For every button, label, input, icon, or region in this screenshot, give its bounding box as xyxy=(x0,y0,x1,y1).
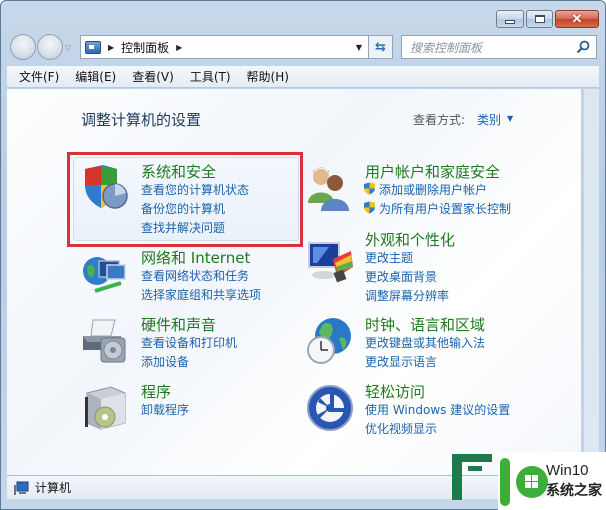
navigation-bar: ▽ ▶ 控制面板 ▶ ▼ ⇆ 搜索控制面板 xyxy=(1,31,605,63)
category-clock-language-region: 时钟、语言和区域 更改键盘或其他输入法 更改显示语言 xyxy=(305,314,565,374)
breadcrumb-arrow-icon[interactable]: ▶ xyxy=(176,43,182,52)
maximize-icon xyxy=(534,15,545,23)
program-box-icon[interactable] xyxy=(81,383,131,433)
status-text: 计算机 xyxy=(35,481,72,495)
ease-of-access-icon[interactable] xyxy=(305,383,355,433)
category-appearance: 外观和个性化 更改主题 更改桌面背景 调整屏幕分辨率 xyxy=(305,229,565,309)
close-button[interactable]: ✕ xyxy=(555,10,599,28)
category-title[interactable]: 网络和 Internet xyxy=(141,247,250,268)
win10-logo-icon xyxy=(500,458,548,506)
maximize-button[interactable] xyxy=(526,10,553,28)
menu-view[interactable]: 查看(V) xyxy=(132,68,174,85)
view-by-label: 查看方式: xyxy=(413,113,466,127)
back-button[interactable] xyxy=(10,34,36,60)
recent-pages-dropdown-icon[interactable]: ▽ xyxy=(65,43,71,52)
category-link[interactable]: 查看设备和打印机 xyxy=(141,334,237,351)
category-link[interactable]: 为所有用户设置家长控制 xyxy=(379,200,511,217)
category-link[interactable]: 选择家庭组和共享选项 xyxy=(141,286,261,303)
category-link[interactable]: 调整屏幕分辨率 xyxy=(365,287,449,304)
forward-button[interactable] xyxy=(37,34,63,60)
category-link[interactable]: 使用 Windows 建议的设置 xyxy=(365,401,510,418)
page-title: 调整计算机的设置 xyxy=(81,111,202,129)
users-icon[interactable] xyxy=(305,163,355,213)
search-placeholder: 搜索控制面板 xyxy=(410,40,483,55)
minimize-button[interactable] xyxy=(496,10,524,28)
category-title[interactable]: 时钟、语言和区域 xyxy=(365,314,485,335)
category-title[interactable]: 程序 xyxy=(141,381,171,402)
network-globe-icon[interactable] xyxy=(81,249,131,299)
menu-tools[interactable]: 工具(T) xyxy=(190,68,231,85)
category-hardware-sound: 硬件和声音 查看设备和打印机 添加设备 xyxy=(81,314,301,374)
menu-bar: 文件(F) 编辑(E) 查看(V) 工具(T) 帮助(H) xyxy=(7,66,599,88)
category-link[interactable]: 卸载程序 xyxy=(141,401,189,418)
chevron-down-icon[interactable]: ▼ xyxy=(507,114,513,123)
search-icon[interactable] xyxy=(576,40,590,54)
menu-file[interactable]: 文件(F) xyxy=(19,68,59,85)
category-ease-of-access: 轻松访问 使用 Windows 建议的设置 优化视频显示 xyxy=(305,381,565,441)
category-link[interactable]: 更改键盘或其他输入法 xyxy=(365,334,485,351)
watermark-bracket-icon xyxy=(452,454,492,500)
category-programs: 程序 卸载程序 xyxy=(81,381,301,431)
breadcrumb-arrow-icon[interactable]: ▶ xyxy=(108,43,114,52)
category-link[interactable]: 更改桌面背景 xyxy=(365,268,437,285)
close-icon: ✕ xyxy=(571,11,583,26)
vertical-scrollbar[interactable] xyxy=(583,89,599,475)
address-bar[interactable]: ▶ 控制面板 ▶ ▼ xyxy=(80,35,369,59)
category-title[interactable]: 轻松访问 xyxy=(365,381,425,402)
watermark-text-win10: Win10 xyxy=(546,462,589,479)
category-user-accounts: 用户帐户和家庭安全 添加或删除用户帐户 为所有用户设置家长控制 xyxy=(305,161,565,221)
control-panel-icon xyxy=(85,40,101,54)
minimize-icon xyxy=(505,19,515,24)
refresh-button[interactable]: ⇆ xyxy=(369,35,393,59)
category-link[interactable]: 查看您的计算机状态 xyxy=(141,181,249,198)
breadcrumb-control-panel[interactable]: 控制面板 xyxy=(121,39,169,56)
category-link[interactable]: 优化视频显示 xyxy=(365,420,437,437)
category-link[interactable]: 添加设备 xyxy=(141,353,189,370)
view-by-dropdown[interactable]: 类别 xyxy=(477,111,501,128)
category-link[interactable]: 添加或删除用户帐户 xyxy=(379,181,487,198)
category-link[interactable]: 更改显示语言 xyxy=(365,353,437,370)
category-title[interactable]: 硬件和声音 xyxy=(141,314,216,335)
control-panel-window: ✕ ▽ ▶ 控制面板 ▶ ▼ ⇆ 搜索控制面板 文件(F) 编辑(E) 查看(V… xyxy=(0,0,606,510)
printer-icon[interactable] xyxy=(81,316,131,366)
menu-edit[interactable]: 编辑(E) xyxy=(75,68,116,85)
category-network-internet: 网络和 Internet 查看网络状态和任务 选择家庭组和共享选项 xyxy=(81,247,301,307)
refresh-icon: ⇆ xyxy=(375,39,386,55)
caption-buttons: ✕ xyxy=(496,10,599,28)
watermark-text-site: 系统之家 xyxy=(546,483,602,499)
title-bar[interactable]: ✕ xyxy=(1,1,605,31)
watermark-logo: Win10 系统之家 xyxy=(448,450,606,510)
uac-shield-icon xyxy=(364,201,375,214)
uac-shield-icon xyxy=(364,182,375,195)
category-title[interactable]: 外观和个性化 xyxy=(365,229,455,250)
content-area: 调整计算机的设置 查看方式: 类别 ▼ 系统和安全 查看您的计算机状态 备份您的… xyxy=(7,89,581,475)
address-dropdown-icon[interactable]: ▼ xyxy=(356,43,362,52)
category-title[interactable]: 系统和安全 xyxy=(141,161,216,182)
search-input[interactable]: 搜索控制面板 xyxy=(401,35,597,59)
category-link[interactable]: 更改主题 xyxy=(365,249,413,266)
computer-icon xyxy=(14,481,29,495)
category-title[interactable]: 用户帐户和家庭安全 xyxy=(365,161,500,182)
globe-clock-icon[interactable] xyxy=(305,316,355,366)
category-system-security: 系统和安全 查看您的计算机状态 备份您的计算机 查找并解决问题 xyxy=(81,161,301,241)
monitor-palette-icon[interactable] xyxy=(305,237,355,287)
shield-chart-icon[interactable] xyxy=(81,163,131,213)
category-link[interactable]: 备份您的计算机 xyxy=(141,200,225,217)
category-link[interactable]: 查看网络状态和任务 xyxy=(141,267,249,284)
category-link[interactable]: 查找并解决问题 xyxy=(141,219,225,236)
menu-help[interactable]: 帮助(H) xyxy=(247,68,289,85)
